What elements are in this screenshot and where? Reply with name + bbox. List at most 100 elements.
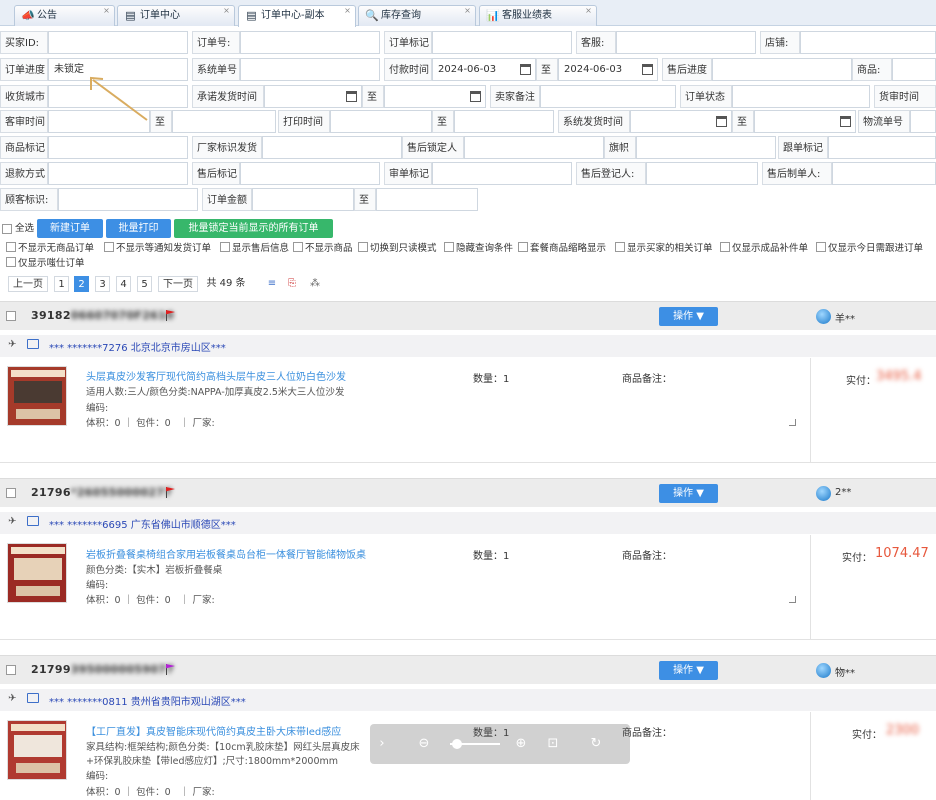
operate-button[interactable]: 操作 ▼ bbox=[659, 661, 718, 680]
tab-inventory[interactable]: 🔍 库存查询 × bbox=[358, 5, 476, 26]
calendar-icon[interactable] bbox=[642, 64, 653, 75]
calendar-icon[interactable] bbox=[840, 116, 851, 127]
calendar-icon[interactable] bbox=[346, 91, 357, 102]
option-related-orders[interactable]: 显示买家的相关订单 bbox=[615, 242, 713, 255]
checkbox[interactable] bbox=[615, 242, 625, 252]
product-image[interactable] bbox=[7, 543, 67, 603]
close-icon[interactable]: × bbox=[584, 6, 593, 15]
note-textarea[interactable] bbox=[620, 545, 798, 605]
prev-page-button[interactable]: 上一页 bbox=[8, 276, 48, 292]
tab-cs-performance[interactable]: 📊 客服业绩表 × bbox=[479, 5, 597, 26]
ship-from-input[interactable] bbox=[630, 110, 732, 133]
close-icon[interactable]: × bbox=[102, 6, 111, 15]
close-icon[interactable]: × bbox=[463, 6, 472, 15]
next-page-button[interactable]: 下一页 bbox=[158, 276, 198, 292]
order-no-input[interactable] bbox=[240, 31, 380, 54]
after-progress-input[interactable] bbox=[712, 58, 852, 81]
page-2-button[interactable]: 2 bbox=[74, 276, 89, 292]
after-reg-input[interactable] bbox=[646, 162, 758, 185]
checkbox[interactable] bbox=[6, 257, 16, 267]
pay-time-from-input[interactable]: 2024-06-03 bbox=[432, 58, 536, 81]
page-1-button[interactable]: 1 bbox=[54, 276, 69, 292]
address-text[interactable]: *** *******0811 贵州省贵阳市观山湖区*** bbox=[49, 693, 246, 708]
zoom-in-icon[interactable]: ⊕ bbox=[513, 736, 529, 752]
checkbox[interactable] bbox=[104, 242, 114, 252]
operate-button[interactable]: 操作 ▼ bbox=[659, 484, 718, 503]
option-show-after-sale[interactable]: 显示售后信息 bbox=[220, 242, 289, 255]
settings-icon[interactable]: ⁂ bbox=[309, 276, 321, 292]
option-hide-query[interactable]: 隐藏查询条件 bbox=[444, 242, 513, 255]
rotate-icon[interactable]: ↻ bbox=[588, 736, 604, 752]
option-hide-goods[interactable]: 不显示商品 bbox=[293, 242, 353, 255]
option-hide-no-goods[interactable]: 不显示无商品订单 bbox=[6, 242, 94, 255]
close-icon[interactable]: × bbox=[343, 6, 352, 15]
select-all-checkbox[interactable] bbox=[2, 224, 12, 234]
checkbox[interactable] bbox=[816, 242, 826, 252]
ship-to-input[interactable] bbox=[754, 110, 856, 133]
order-checkbox[interactable] bbox=[6, 311, 16, 321]
order-id[interactable]: 3918206607070F2610 bbox=[31, 309, 174, 322]
customer-tag-input[interactable] bbox=[58, 188, 198, 211]
product-title[interactable]: 岩板折叠餐桌椅组合家用岩板餐桌岛台柜一体餐厅智能储物饭桌 bbox=[86, 546, 366, 561]
calendar-icon[interactable] bbox=[470, 91, 481, 102]
after-tag-input[interactable] bbox=[240, 162, 380, 185]
calendar-icon[interactable] bbox=[716, 116, 727, 127]
factory-tag-input[interactable] bbox=[262, 136, 402, 159]
refund-way-input[interactable] bbox=[48, 162, 188, 185]
audit-to-input[interactable] bbox=[172, 110, 276, 133]
chevron-right-icon[interactable]: › bbox=[374, 736, 390, 752]
order-id[interactable]: 21796*260550000277 bbox=[31, 486, 172, 499]
checkbox[interactable] bbox=[444, 242, 454, 252]
option-last[interactable]: 仅显示嗤仕订单 bbox=[6, 257, 85, 270]
batch-print-button[interactable]: 批量打印 bbox=[106, 219, 171, 238]
option-combo-thumb[interactable]: 套餐商品缩略显示 bbox=[518, 242, 606, 255]
promise-from-input[interactable] bbox=[264, 85, 362, 108]
option-readonly[interactable]: 切换到只读模式 bbox=[358, 242, 437, 255]
order-state-input[interactable] bbox=[732, 85, 870, 108]
goods-input[interactable] bbox=[892, 58, 936, 81]
product-image[interactable] bbox=[7, 720, 67, 780]
amount-to-input[interactable] bbox=[376, 188, 478, 211]
option-supplement-only[interactable]: 仅显示成品补件单 bbox=[720, 242, 808, 255]
amount-from-input[interactable] bbox=[252, 188, 354, 211]
address-text[interactable]: *** *******7276 北京北京市房山区*** bbox=[49, 339, 226, 354]
logistics-no-input[interactable] bbox=[910, 110, 936, 133]
after-maker-input[interactable] bbox=[832, 162, 936, 185]
print-to-input[interactable] bbox=[454, 110, 554, 133]
page-3-button[interactable]: 3 bbox=[95, 276, 110, 292]
cs-input[interactable] bbox=[616, 31, 756, 54]
tab-order-center[interactable]: ▤ 订单中心 × bbox=[117, 5, 235, 26]
checkbox[interactable] bbox=[518, 242, 528, 252]
tab-order-center-copy[interactable]: ▤ 订单中心-副本 × bbox=[238, 5, 356, 27]
note-textarea[interactable] bbox=[620, 368, 798, 428]
fit-screen-icon[interactable]: ⊡ bbox=[545, 736, 561, 752]
zoom-slider-handle[interactable] bbox=[452, 739, 462, 749]
option-hide-wait-notice[interactable]: 不显示等通知发货订单 bbox=[104, 242, 211, 255]
seller-note-input[interactable] bbox=[540, 85, 676, 108]
promise-to-input[interactable] bbox=[384, 85, 486, 108]
option-followup-today[interactable]: 仅显示今日需跟进订单 bbox=[816, 242, 923, 255]
sys-no-input[interactable] bbox=[240, 58, 380, 81]
new-order-button[interactable]: 新建订单 bbox=[37, 219, 103, 238]
goods-tag-input[interactable] bbox=[48, 136, 188, 159]
checkbox[interactable] bbox=[220, 242, 230, 252]
product-title[interactable]: 头层真皮沙发客厅现代简约高档头层牛皮三人位奶白色沙发 bbox=[86, 368, 346, 383]
operate-button[interactable]: 操作 ▼ bbox=[659, 307, 718, 326]
pay-time-to-input[interactable]: 2024-06-03 bbox=[558, 58, 658, 81]
calendar-icon[interactable] bbox=[520, 64, 531, 75]
shop-input[interactable] bbox=[800, 31, 936, 54]
checkbox[interactable] bbox=[358, 242, 368, 252]
order-checkbox[interactable] bbox=[6, 665, 16, 675]
export-icon[interactable]: ⎘ bbox=[285, 276, 299, 292]
close-icon[interactable]: × bbox=[222, 6, 231, 15]
order-checkbox[interactable] bbox=[6, 488, 16, 498]
tab-announcement[interactable]: 📣 公告 × bbox=[14, 5, 115, 26]
page-4-button[interactable]: 4 bbox=[116, 276, 131, 292]
buyer-id-input[interactable] bbox=[48, 31, 188, 54]
checkbox[interactable] bbox=[720, 242, 730, 252]
page-5-button[interactable]: 5 bbox=[137, 276, 152, 292]
zoom-out-icon[interactable]: ⊖ bbox=[416, 736, 432, 752]
checkbox[interactable] bbox=[293, 242, 303, 252]
flag-input[interactable] bbox=[636, 136, 776, 159]
batch-lock-button[interactable]: 批量锁定当前显示的所有订单 bbox=[174, 219, 333, 238]
